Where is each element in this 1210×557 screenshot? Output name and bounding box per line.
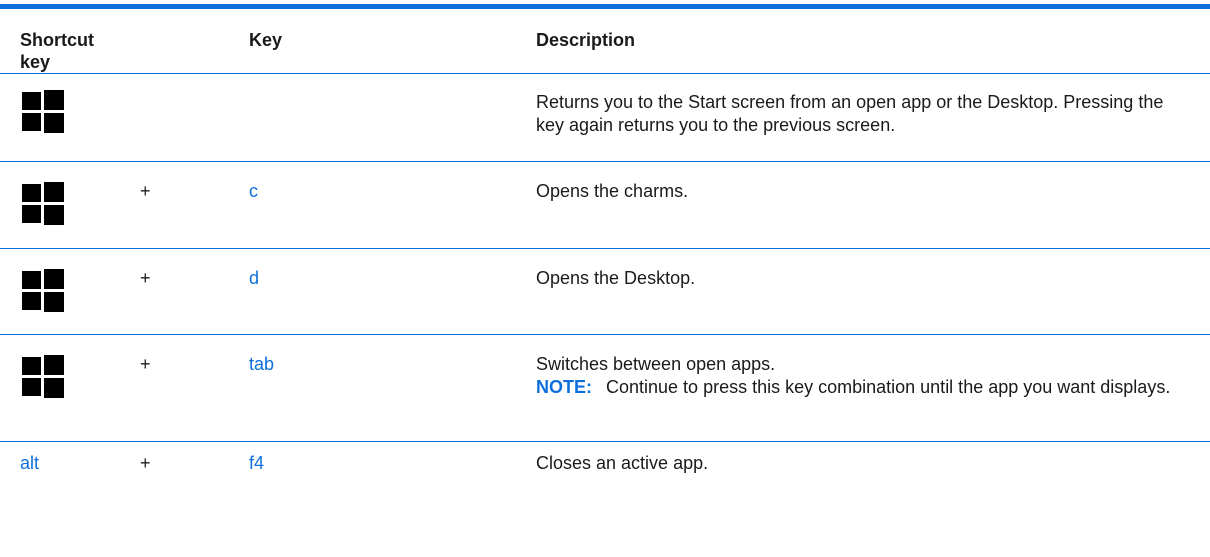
plus-cell: + (140, 162, 249, 249)
plus-cell: + (140, 249, 249, 335)
header-key-label: Key (249, 30, 283, 50)
description-cell: Returns you to the Start screen from an … (536, 74, 1210, 162)
note-label: NOTE: (536, 377, 592, 397)
key-label: f4 (249, 453, 265, 473)
shortcut-key-label: alt (20, 453, 40, 473)
key-label: tab (249, 354, 275, 374)
key-cell: f4 (249, 442, 536, 480)
key-cell: tab (249, 335, 536, 442)
plus-cell: + (140, 442, 249, 480)
windows-logo-icon (22, 355, 64, 398)
plus-cell (140, 74, 249, 162)
header-shortcut-key: Shortcut key (0, 7, 140, 74)
key-cell (249, 74, 536, 162)
plus-sign: + (140, 268, 151, 288)
windows-logo-icon (22, 182, 64, 225)
windows-logo-icon (22, 269, 64, 312)
key-label: c (249, 181, 258, 201)
shortcut-cell: alt (0, 442, 140, 480)
description-text: Closes an active app. (536, 453, 709, 473)
shortcut-cell (0, 162, 140, 249)
shortcut-cell (0, 74, 140, 162)
description-cell: Closes an active app. (536, 442, 1210, 480)
description-text: Switches between open apps. (536, 354, 776, 374)
header-description: Description (536, 7, 1210, 74)
description-text: Returns you to the Start screen from an … (536, 92, 1164, 135)
key-label: d (249, 268, 260, 288)
description-cell: Switches between open apps. NOTE: Continu… (536, 335, 1210, 442)
table-row: + d Opens the Desktop. (0, 249, 1210, 335)
plus-sign: + (140, 453, 151, 473)
table-row: + c Opens the charms. (0, 162, 1210, 249)
table-row: + tab Switches between open apps. NOTE: C… (0, 335, 1210, 442)
description-cell: Opens the charms. (536, 162, 1210, 249)
shortcut-cell (0, 249, 140, 335)
shortcut-table: Shortcut key Key Description Returns you… (0, 4, 1210, 480)
plus-cell: + (140, 335, 249, 442)
page: Shortcut key Key Description Returns you… (0, 0, 1210, 557)
table-row: alt + f4 Closes an active app. (0, 442, 1210, 480)
note-text: Continue to press this key combination u… (606, 377, 1171, 397)
description-text: Opens the Desktop. (536, 268, 696, 288)
description-text: Opens the charms. (536, 181, 689, 201)
header-shortcut-key-label: Shortcut key (20, 30, 94, 72)
table-header-row: Shortcut key Key Description (0, 6, 1210, 74)
shortcut-cell (0, 335, 140, 442)
header-key: Key (249, 7, 536, 74)
key-cell: d (249, 249, 536, 335)
key-cell: c (249, 162, 536, 249)
description-cell: Opens the Desktop. (536, 249, 1210, 335)
plus-sign: + (140, 354, 151, 374)
windows-logo-icon (22, 90, 64, 133)
note: NOTE: Continue to press this key combinat… (536, 376, 1190, 399)
plus-sign: + (140, 181, 151, 201)
header-plus-spacer (140, 7, 249, 74)
table-row: Returns you to the Start screen from an … (0, 74, 1210, 162)
header-description-label: Description (536, 30, 636, 50)
